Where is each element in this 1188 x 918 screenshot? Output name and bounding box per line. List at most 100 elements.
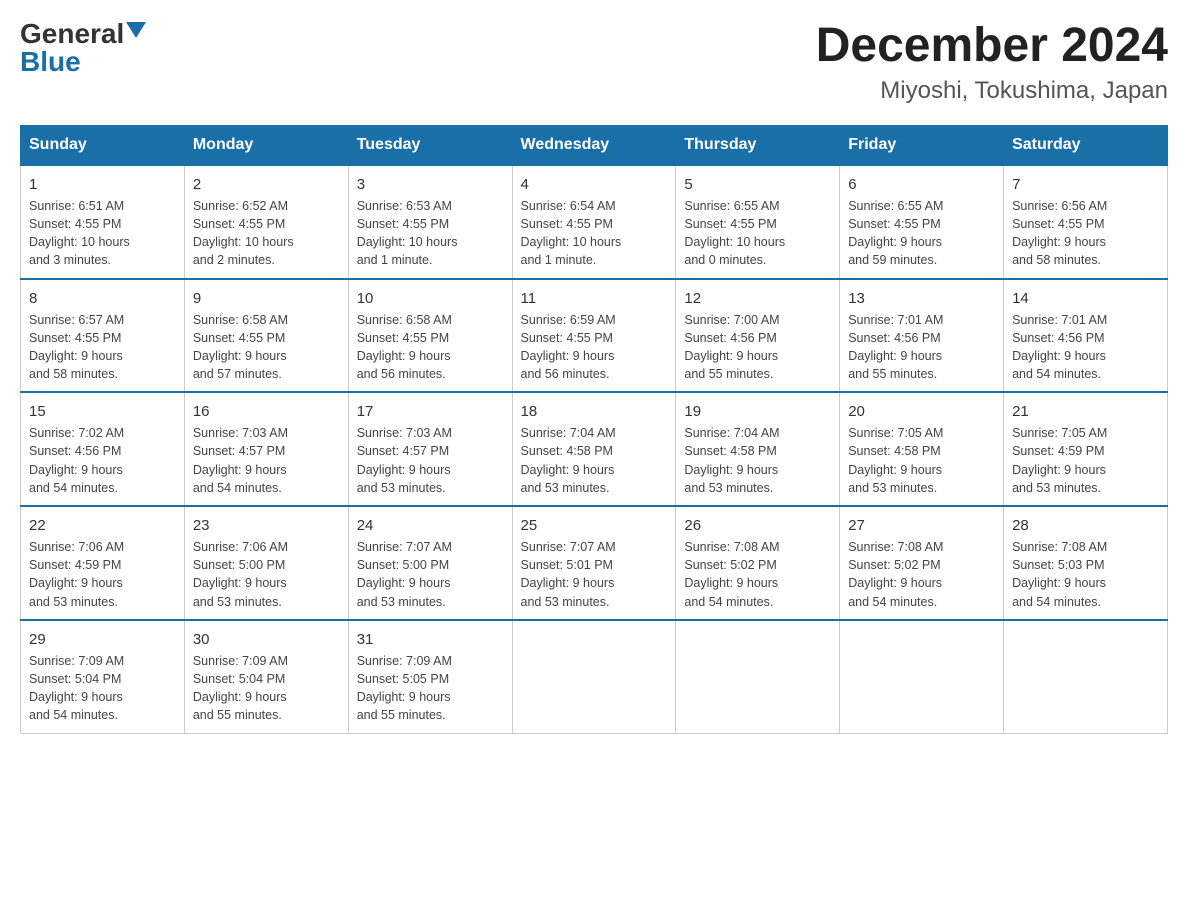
table-row (676, 620, 840, 733)
calendar-week-row: 8 Sunrise: 6:57 AMSunset: 4:55 PMDayligh… (21, 279, 1168, 393)
table-row: 11 Sunrise: 6:59 AMSunset: 4:55 PMDaylig… (512, 279, 676, 393)
day-info: Sunrise: 6:59 AMSunset: 4:55 PMDaylight:… (521, 313, 616, 382)
day-number: 10 (357, 288, 504, 309)
table-row: 3 Sunrise: 6:53 AMSunset: 4:55 PMDayligh… (348, 165, 512, 279)
day-number: 17 (357, 401, 504, 422)
table-row: 23 Sunrise: 7:06 AMSunset: 5:00 PMDaylig… (184, 506, 348, 620)
calendar-header-row: Sunday Monday Tuesday Wednesday Thursday… (21, 125, 1168, 165)
day-number: 13 (848, 288, 995, 309)
day-info: Sunrise: 7:03 AMSunset: 4:57 PMDaylight:… (193, 426, 288, 495)
table-row: 26 Sunrise: 7:08 AMSunset: 5:02 PMDaylig… (676, 506, 840, 620)
table-row: 24 Sunrise: 7:07 AMSunset: 5:00 PMDaylig… (348, 506, 512, 620)
day-info: Sunrise: 7:04 AMSunset: 4:58 PMDaylight:… (684, 426, 779, 495)
day-number: 30 (193, 629, 340, 650)
table-row: 16 Sunrise: 7:03 AMSunset: 4:57 PMDaylig… (184, 392, 348, 506)
calendar-week-row: 15 Sunrise: 7:02 AMSunset: 4:56 PMDaylig… (21, 392, 1168, 506)
day-info: Sunrise: 6:55 AMSunset: 4:55 PMDaylight:… (684, 199, 785, 268)
day-info: Sunrise: 6:57 AMSunset: 4:55 PMDaylight:… (29, 313, 124, 382)
day-number: 24 (357, 515, 504, 536)
col-friday: Friday (840, 125, 1004, 165)
day-number: 3 (357, 174, 504, 195)
table-row (1004, 620, 1168, 733)
day-info: Sunrise: 7:05 AMSunset: 4:59 PMDaylight:… (1012, 426, 1107, 495)
day-number: 5 (684, 174, 831, 195)
day-number: 2 (193, 174, 340, 195)
table-row: 8 Sunrise: 6:57 AMSunset: 4:55 PMDayligh… (21, 279, 185, 393)
table-row: 6 Sunrise: 6:55 AMSunset: 4:55 PMDayligh… (840, 165, 1004, 279)
day-info: Sunrise: 7:07 AMSunset: 5:01 PMDaylight:… (521, 540, 616, 609)
day-info: Sunrise: 7:08 AMSunset: 5:03 PMDaylight:… (1012, 540, 1107, 609)
day-info: Sunrise: 6:58 AMSunset: 4:55 PMDaylight:… (193, 313, 288, 382)
day-number: 26 (684, 515, 831, 536)
table-row (512, 620, 676, 733)
table-row: 25 Sunrise: 7:07 AMSunset: 5:01 PMDaylig… (512, 506, 676, 620)
table-row: 28 Sunrise: 7:08 AMSunset: 5:03 PMDaylig… (1004, 506, 1168, 620)
calendar-week-row: 22 Sunrise: 7:06 AMSunset: 4:59 PMDaylig… (21, 506, 1168, 620)
calendar-week-row: 1 Sunrise: 6:51 AMSunset: 4:55 PMDayligh… (21, 165, 1168, 279)
day-info: Sunrise: 6:51 AMSunset: 4:55 PMDaylight:… (29, 199, 130, 268)
day-info: Sunrise: 7:06 AMSunset: 5:00 PMDaylight:… (193, 540, 288, 609)
day-info: Sunrise: 7:05 AMSunset: 4:58 PMDaylight:… (848, 426, 943, 495)
day-info: Sunrise: 7:06 AMSunset: 4:59 PMDaylight:… (29, 540, 124, 609)
day-number: 21 (1012, 401, 1159, 422)
table-row: 14 Sunrise: 7:01 AMSunset: 4:56 PMDaylig… (1004, 279, 1168, 393)
day-info: Sunrise: 6:52 AMSunset: 4:55 PMDaylight:… (193, 199, 294, 268)
day-number: 6 (848, 174, 995, 195)
day-number: 4 (521, 174, 668, 195)
day-info: Sunrise: 7:09 AMSunset: 5:04 PMDaylight:… (29, 654, 124, 723)
day-number: 7 (1012, 174, 1159, 195)
day-info: Sunrise: 7:08 AMSunset: 5:02 PMDaylight:… (684, 540, 779, 609)
table-row: 2 Sunrise: 6:52 AMSunset: 4:55 PMDayligh… (184, 165, 348, 279)
table-row: 10 Sunrise: 6:58 AMSunset: 4:55 PMDaylig… (348, 279, 512, 393)
day-number: 16 (193, 401, 340, 422)
calendar-week-row: 29 Sunrise: 7:09 AMSunset: 5:04 PMDaylig… (21, 620, 1168, 733)
day-info: Sunrise: 6:56 AMSunset: 4:55 PMDaylight:… (1012, 199, 1107, 268)
table-row: 7 Sunrise: 6:56 AMSunset: 4:55 PMDayligh… (1004, 165, 1168, 279)
logo-blue-text: Blue (20, 48, 81, 76)
day-number: 12 (684, 288, 831, 309)
table-row: 20 Sunrise: 7:05 AMSunset: 4:58 PMDaylig… (840, 392, 1004, 506)
location-subtitle: Miyoshi, Tokushima, Japan (816, 77, 1168, 105)
col-wednesday: Wednesday (512, 125, 676, 165)
month-year-title: December 2024 (816, 20, 1168, 73)
day-info: Sunrise: 6:55 AMSunset: 4:55 PMDaylight:… (848, 199, 943, 268)
table-row (840, 620, 1004, 733)
day-info: Sunrise: 7:07 AMSunset: 5:00 PMDaylight:… (357, 540, 452, 609)
day-number: 11 (521, 288, 668, 309)
day-number: 19 (684, 401, 831, 422)
day-number: 23 (193, 515, 340, 536)
col-monday: Monday (184, 125, 348, 165)
col-saturday: Saturday (1004, 125, 1168, 165)
day-number: 15 (29, 401, 176, 422)
table-row: 12 Sunrise: 7:00 AMSunset: 4:56 PMDaylig… (676, 279, 840, 393)
calendar-table: Sunday Monday Tuesday Wednesday Thursday… (20, 125, 1168, 734)
day-info: Sunrise: 7:03 AMSunset: 4:57 PMDaylight:… (357, 426, 452, 495)
day-number: 31 (357, 629, 504, 650)
table-row: 18 Sunrise: 7:04 AMSunset: 4:58 PMDaylig… (512, 392, 676, 506)
table-row: 4 Sunrise: 6:54 AMSunset: 4:55 PMDayligh… (512, 165, 676, 279)
table-row: 27 Sunrise: 7:08 AMSunset: 5:02 PMDaylig… (840, 506, 1004, 620)
day-number: 25 (521, 515, 668, 536)
day-number: 27 (848, 515, 995, 536)
day-info: Sunrise: 7:01 AMSunset: 4:56 PMDaylight:… (848, 313, 943, 382)
day-number: 28 (1012, 515, 1159, 536)
table-row: 17 Sunrise: 7:03 AMSunset: 4:57 PMDaylig… (348, 392, 512, 506)
col-tuesday: Tuesday (348, 125, 512, 165)
day-info: Sunrise: 6:53 AMSunset: 4:55 PMDaylight:… (357, 199, 458, 268)
logo-triangle-icon (126, 22, 146, 38)
logo-general-text: General (20, 20, 124, 48)
day-number: 9 (193, 288, 340, 309)
day-info: Sunrise: 7:01 AMSunset: 4:56 PMDaylight:… (1012, 313, 1107, 382)
day-number: 29 (29, 629, 176, 650)
day-number: 14 (1012, 288, 1159, 309)
day-number: 8 (29, 288, 176, 309)
day-info: Sunrise: 6:54 AMSunset: 4:55 PMDaylight:… (521, 199, 622, 268)
table-row: 30 Sunrise: 7:09 AMSunset: 5:04 PMDaylig… (184, 620, 348, 733)
table-row: 29 Sunrise: 7:09 AMSunset: 5:04 PMDaylig… (21, 620, 185, 733)
day-number: 20 (848, 401, 995, 422)
table-row: 31 Sunrise: 7:09 AMSunset: 5:05 PMDaylig… (348, 620, 512, 733)
table-row: 9 Sunrise: 6:58 AMSunset: 4:55 PMDayligh… (184, 279, 348, 393)
table-row: 21 Sunrise: 7:05 AMSunset: 4:59 PMDaylig… (1004, 392, 1168, 506)
day-number: 22 (29, 515, 176, 536)
day-number: 18 (521, 401, 668, 422)
